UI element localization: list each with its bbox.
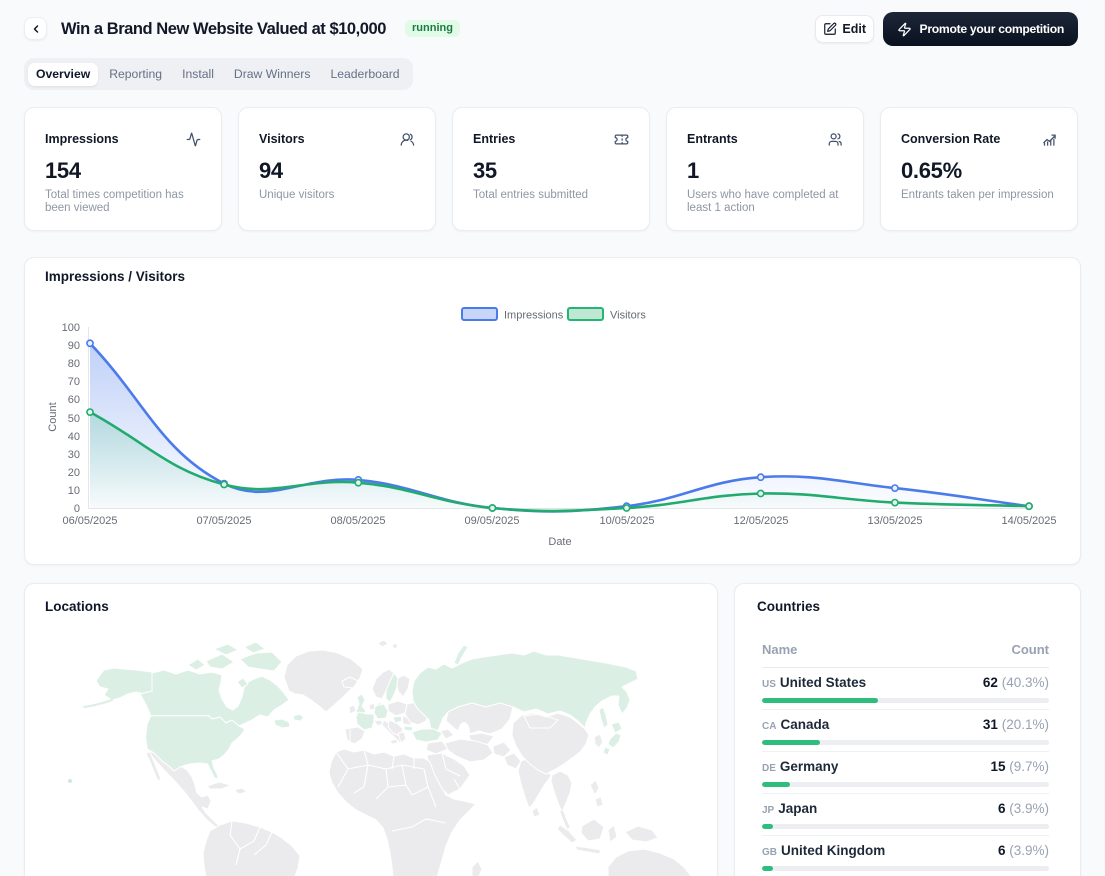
- svg-text:14/05/2025: 14/05/2025: [1001, 515, 1056, 527]
- svg-text:13/05/2025: 13/05/2025: [867, 515, 922, 527]
- svg-text:20: 20: [68, 467, 80, 479]
- svg-text:Impressions: Impressions: [504, 310, 564, 322]
- svg-text:06/05/2025: 06/05/2025: [62, 515, 117, 527]
- svg-text:40: 40: [68, 431, 80, 443]
- svg-text:Date: Date: [548, 536, 571, 548]
- svg-text:100: 100: [62, 322, 80, 334]
- svg-text:07/05/2025: 07/05/2025: [196, 515, 251, 527]
- svg-text:09/05/2025: 09/05/2025: [464, 515, 519, 527]
- svg-text:08/05/2025: 08/05/2025: [330, 515, 385, 527]
- svg-text:90: 90: [68, 340, 80, 352]
- svg-text:Count: Count: [47, 402, 59, 431]
- svg-text:80: 80: [68, 358, 80, 370]
- svg-text:50: 50: [68, 413, 80, 425]
- svg-text:10: 10: [68, 485, 80, 497]
- svg-text:60: 60: [68, 394, 80, 406]
- svg-text:12/05/2025: 12/05/2025: [733, 515, 788, 527]
- svg-text:30: 30: [68, 449, 80, 461]
- svg-text:Visitors: Visitors: [610, 310, 646, 322]
- svg-text:70: 70: [68, 376, 80, 388]
- svg-text:10/05/2025: 10/05/2025: [599, 515, 654, 527]
- svg-text:0: 0: [74, 503, 80, 515]
